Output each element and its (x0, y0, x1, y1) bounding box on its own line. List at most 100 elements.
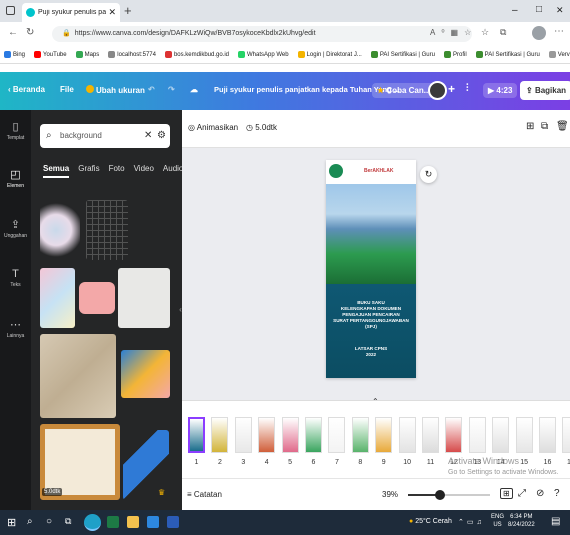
tab-semua[interactable]: Semua (43, 164, 70, 178)
page-count-icon[interactable]: ⊞ (500, 488, 513, 499)
tab-audio[interactable]: Audio (163, 164, 183, 178)
search-input[interactable]: ⌕ background ✕ ⚙ (40, 124, 170, 148)
bookmark-item[interactable]: WhatsApp Web (238, 51, 289, 58)
page-thumbnail[interactable] (398, 417, 416, 453)
explorer-taskbar-icon[interactable] (127, 516, 139, 528)
present-button[interactable]: ▶ 4:23 (483, 83, 518, 98)
cortana-icon[interactable]: ○ (46, 516, 52, 527)
file-menu-button[interactable]: File (60, 85, 74, 94)
page-thumbnail[interactable] (375, 417, 393, 453)
thumb-watercolor[interactable] (40, 200, 80, 260)
weather-widget[interactable]: ● 25°C Cerah (409, 518, 452, 525)
bookmark-item[interactable]: Profil (443, 51, 467, 58)
language-indicator[interactable]: ENG US (491, 513, 504, 529)
tab-video[interactable]: Video (134, 164, 154, 178)
page-thumbnail[interactable] (211, 417, 229, 453)
regenerate-icon[interactable]: ↻ (420, 166, 437, 183)
store-taskbar-icon[interactable] (147, 516, 159, 528)
home-button[interactable]: ‹ Beranda (8, 85, 45, 94)
profile-avatar[interactable] (532, 26, 546, 40)
edge-taskbar-icon[interactable] (84, 514, 101, 531)
thumb-crumpled-paper[interactable] (40, 334, 116, 418)
close-tab-icon[interactable]: ✕ (108, 7, 116, 18)
clock[interactable]: 6:34 PM 8/24/2022 (508, 513, 535, 529)
duplicate-page-icon[interactable]: ⧉ (541, 121, 548, 132)
bookmark-item[interactable]: Bing (4, 51, 25, 58)
page-thumbnail[interactable] (281, 417, 299, 453)
rail-item-teks[interactable]: T Teks (0, 268, 31, 288)
start-icon[interactable]: ⊞ (7, 516, 16, 529)
check-icon[interactable]: ⊘ (536, 488, 544, 499)
add-page-icon[interactable]: ⊞ (526, 121, 534, 132)
user-avatar[interactable] (428, 81, 447, 100)
help-icon[interactable]: ? (554, 488, 560, 499)
design-page[interactable]: BerAKHLAK BUKU SAKU KELENGKAPAN DOKUMEN … (326, 160, 416, 378)
extensions-icons[interactable]: A⁰▦☆ (430, 28, 477, 37)
bookmark-item[interactable]: Login | Direktorat J... (297, 51, 362, 58)
share-button[interactable]: ⇪ Bagikan (520, 81, 570, 100)
undo-icon[interactable]: ↶ (148, 85, 155, 94)
analytics-icon[interactable]: ⫶ (466, 83, 469, 94)
rail-item-elemen[interactable]: ◰ Elemen (0, 168, 31, 189)
maximize-button[interactable]: □ (536, 4, 542, 15)
page-thumbnail[interactable] (468, 417, 486, 453)
redo-icon[interactable]: ↷ (168, 85, 175, 94)
collections-icon[interactable]: ⧉ (500, 27, 506, 38)
delete-page-icon[interactable]: 🗑 (556, 121, 569, 132)
page-thumbnail[interactable] (328, 417, 346, 453)
page-thumbnail[interactable] (258, 417, 276, 453)
back-icon[interactable]: ← (8, 27, 18, 38)
bookmark-item[interactable]: PAI Sertifikasi | Guru (475, 51, 540, 58)
page-thumbnail[interactable] (492, 417, 510, 453)
reload-icon[interactable]: ↻ (26, 27, 34, 38)
zoom-slider[interactable] (408, 490, 490, 500)
taskbar-search-icon[interactable]: ⌕ (27, 516, 33, 527)
resize-button[interactable]: Ubah ukuran (86, 85, 145, 95)
page-thumbnail[interactable] (351, 417, 369, 453)
page-thumbnail[interactable] (445, 417, 463, 453)
task-view-icon[interactable]: ⧉ (65, 516, 71, 527)
excel-taskbar-icon[interactable] (107, 516, 119, 528)
page-thumbnail[interactable] (305, 417, 322, 453)
bookmark-item[interactable]: YouTube (34, 51, 67, 58)
new-tab-button[interactable]: + (124, 3, 132, 18)
animate-button[interactable]: ◎ Animasikan (188, 123, 238, 132)
bookmark-item[interactable]: Verval - Informasi G... (548, 51, 570, 58)
tray-icons[interactable]: ⌃▭♫ (458, 518, 485, 526)
url-input[interactable]: 🔒 https://www.canva.com/design/DAFKLzWiQw… (52, 26, 472, 42)
browser-menu-icon[interactable] (6, 6, 15, 15)
fullscreen-icon[interactable]: ⤢ (518, 488, 526, 499)
page-thumbnail[interactable] (188, 417, 205, 453)
duration-button[interactable]: ◷ 5.0dtk (246, 123, 277, 132)
page-thumbnail[interactable] (562, 417, 570, 453)
filter-icon[interactable]: ⚙ (157, 124, 166, 148)
rail-item-unggahan[interactable]: ⇪ Unggahan (0, 218, 31, 239)
page-thumbnail[interactable] (539, 417, 556, 453)
bookmark-item[interactable]: Maps (75, 51, 99, 58)
clear-search-icon[interactable]: ✕ (144, 124, 152, 148)
browser-more-icon[interactable]: ⋯ (554, 26, 564, 37)
zoom-slider-thumb[interactable] (434, 490, 445, 500)
notification-icon[interactable]: ▤ (551, 516, 560, 527)
close-window-button[interactable]: ✕ (556, 5, 564, 16)
browser-tab[interactable]: Puji syukur penulis panjatkan ke ✕ (22, 3, 120, 22)
bookmark-item[interactable]: bos.kemdikbud.go.id (164, 51, 229, 58)
thumb-torn-label[interactable] (121, 350, 170, 398)
try-pro-button[interactable]: ★ Coba Can... (372, 83, 436, 98)
thumb-paper[interactable] (118, 268, 170, 328)
bookmark-item[interactable]: localhost:5774 (108, 51, 156, 58)
thumb-grid[interactable] (86, 200, 128, 260)
notes-button[interactable]: ≡ Catatan (187, 490, 222, 499)
favorites-icon[interactable]: ☆ (481, 27, 489, 38)
thumb-pink-shape[interactable] (79, 282, 115, 314)
rail-item-templat[interactable]: ▯ Templat (0, 120, 31, 141)
thumb-pastel[interactable] (40, 268, 75, 328)
tab-grafis[interactable]: Grafis (78, 164, 99, 178)
add-people-icon[interactable]: + (448, 82, 455, 96)
minimize-button[interactable]: – (512, 5, 518, 16)
page-thumbnail[interactable] (234, 417, 252, 453)
rail-item-lainnya[interactable]: ⋯ Lainnya (0, 318, 31, 339)
word-taskbar-icon[interactable] (167, 516, 179, 528)
page-thumbnail[interactable] (422, 417, 439, 453)
tab-foto[interactable]: Foto (109, 164, 125, 178)
